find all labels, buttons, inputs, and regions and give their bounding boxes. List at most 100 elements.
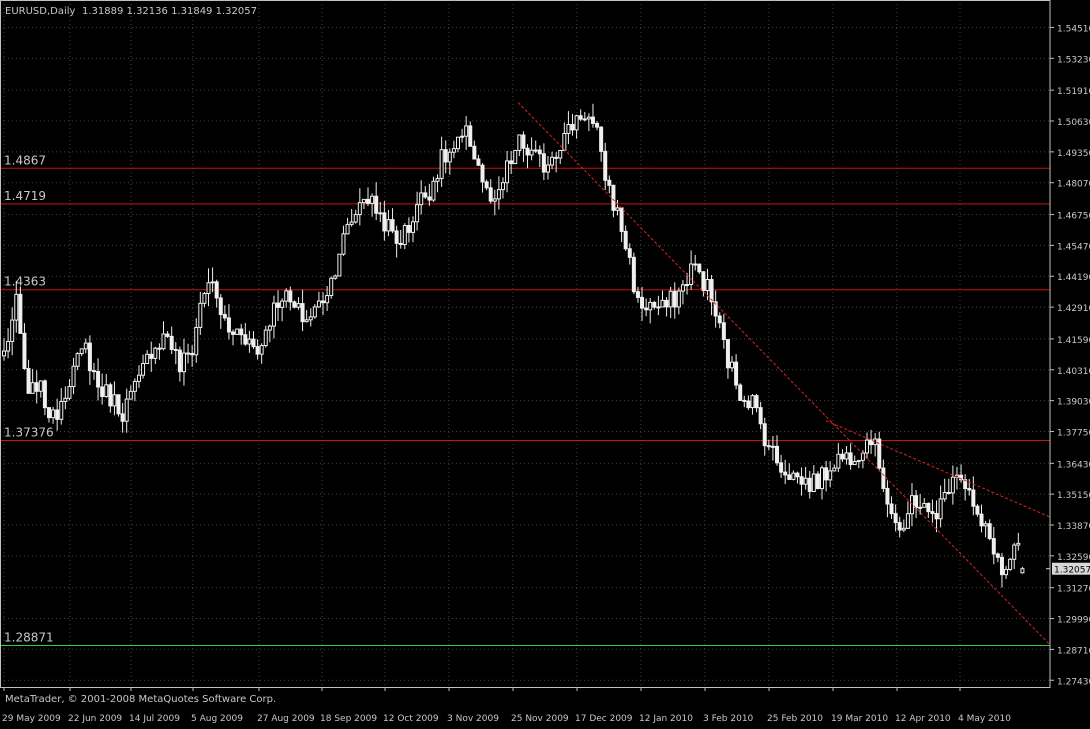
candle-body (244, 335, 247, 344)
candle-body (203, 294, 206, 304)
candle-body (857, 460, 860, 461)
candle-body (330, 278, 333, 295)
candle-body (923, 503, 926, 507)
candle-body (223, 315, 226, 318)
candle (338, 254, 341, 276)
price-tick-label: 1.39030 (1057, 398, 1090, 408)
candle-body (837, 454, 840, 468)
price-tick-label: 1.36430 (1057, 460, 1090, 470)
candle-body (420, 193, 423, 205)
candle-body (845, 453, 848, 459)
candle-body (252, 339, 255, 346)
candle-body (910, 496, 913, 514)
candle-body (350, 222, 353, 224)
candle-body (792, 473, 795, 479)
candle-body (551, 157, 554, 165)
date-tick-label: 12 Oct 2009 (383, 714, 439, 724)
candle-body (596, 123, 599, 127)
candle-body (612, 185, 615, 210)
candle-body (800, 477, 803, 484)
candle-body (939, 499, 942, 519)
candle-body (657, 307, 660, 308)
candle-body (15, 294, 18, 320)
candle-body (992, 539, 995, 554)
candle-body (604, 151, 607, 180)
date-tick-label: 25 Nov 2009 (511, 714, 569, 724)
candle-body (117, 395, 120, 414)
candle (514, 150, 517, 164)
candle-body (702, 272, 705, 291)
candle-body (510, 161, 513, 164)
candle-body (726, 340, 729, 368)
date-tick-label: 27 Aug 2009 (257, 714, 315, 724)
candle-body (763, 424, 766, 446)
candle-body (497, 190, 500, 199)
level-label: 1.4719 (4, 189, 46, 203)
candle-body (248, 339, 251, 344)
candle-body (972, 490, 975, 506)
candle-body (546, 165, 549, 172)
date-tick-label: 3 Feb 2010 (703, 714, 754, 724)
candle-body (342, 234, 345, 254)
candle-body (759, 408, 762, 424)
candle-body (890, 504, 893, 514)
candle-body (886, 488, 889, 504)
price-tick-label: 1.44190 (1057, 273, 1090, 283)
candle-body (191, 353, 194, 354)
copyright-footer: MetaTrader, © 2001-2008 MetaQuotes Softw… (5, 694, 276, 705)
candle-body (264, 330, 267, 345)
candle-body (865, 440, 868, 453)
candle-body (780, 463, 783, 472)
candle-body (641, 297, 644, 308)
candle-body (444, 150, 447, 162)
price-tick-label: 1.54510 (1057, 24, 1090, 34)
candle-body (215, 282, 218, 298)
candle (330, 276, 333, 298)
candle-body (988, 524, 991, 539)
price-tick-label: 1.28710 (1057, 646, 1090, 656)
candle-body (346, 224, 349, 233)
candle-body (158, 348, 161, 349)
candle-body (326, 296, 329, 303)
candle-body (174, 349, 177, 350)
candle-body (305, 320, 308, 322)
candle-body (52, 410, 55, 418)
price-tick-label: 1.27430 (1057, 677, 1090, 687)
candle-body (628, 249, 631, 258)
candle-body (477, 159, 480, 165)
candle-body (894, 514, 897, 523)
candle-body (538, 150, 541, 154)
candle-body (367, 199, 370, 203)
candle-body (620, 208, 623, 231)
candle-body (653, 303, 656, 308)
candle-body (47, 408, 50, 418)
candle-body (219, 298, 222, 315)
date-tick-label: 4 May 2010 (958, 714, 1011, 724)
candle-body (784, 472, 787, 475)
candle-body (383, 213, 386, 231)
candle-body (84, 343, 87, 349)
candle-body (947, 492, 950, 493)
candle-body (142, 364, 145, 376)
candle-body (236, 329, 239, 334)
candle-body (432, 181, 435, 200)
date-tick-label: 12 Apr 2010 (895, 714, 951, 724)
candle-body (334, 276, 337, 278)
candle-body (849, 453, 852, 465)
candle-body (256, 347, 259, 355)
candle-body (289, 291, 292, 302)
candle (236, 328, 239, 335)
candle-body (170, 336, 173, 349)
price-tick-label: 1.49350 (1057, 149, 1090, 159)
candle-body (816, 474, 819, 489)
candle-body (976, 506, 979, 514)
chart-canvas[interactable]: 1.48671.47191.43631.373761.28871 1.54510… (0, 0, 1090, 725)
price-tick-label: 1.53230 (1057, 55, 1090, 65)
candle-body (31, 383, 34, 394)
price-tick-label: 1.37750 (1057, 428, 1090, 438)
candle (1009, 558, 1012, 571)
date-tick-label: 3 Nov 2009 (447, 714, 499, 724)
candle-body (481, 165, 484, 182)
price-tick-label: 1.45470 (1057, 242, 1090, 252)
candlestick-chart[interactable]: 1.48671.47191.43631.373761.28871 1.54510… (0, 0, 1090, 725)
